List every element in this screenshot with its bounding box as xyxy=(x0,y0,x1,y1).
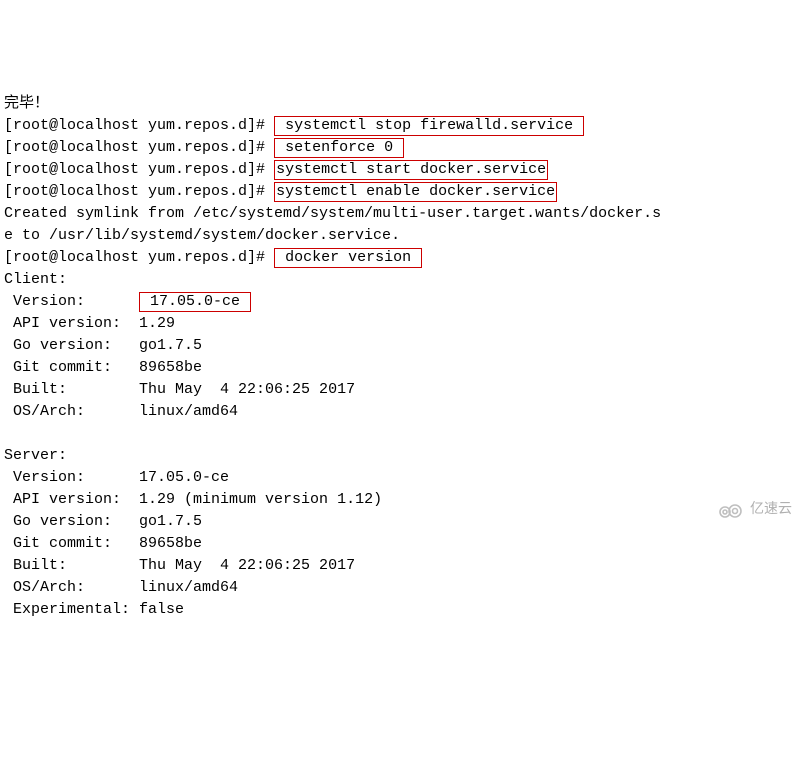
server-api-label: API version: xyxy=(4,491,130,508)
prompt: [root@localhost yum.repos.d]# xyxy=(4,249,265,266)
server-go-value: go1.7.5 xyxy=(130,513,202,530)
client-git-label: Git commit: xyxy=(4,359,130,376)
server-api-value: 1.29 (minimum version 1.12) xyxy=(130,491,382,508)
client-os-label: OS/Arch: xyxy=(4,403,130,420)
client-go-value: go1.7.5 xyxy=(130,337,202,354)
symlink-output-line1: Created symlink from /etc/systemd/system… xyxy=(4,205,661,222)
client-os-value: linux/amd64 xyxy=(130,403,238,420)
client-built-value: Thu May 4 22:06:25 2017 xyxy=(130,381,355,398)
client-api-label: API version: xyxy=(4,315,130,332)
prompt: [root@localhost yum.repos.d]# xyxy=(4,117,265,134)
watermark-text: 亿速云 xyxy=(750,499,792,521)
cmd-enable-docker: systemctl enable docker.service xyxy=(274,182,557,202)
cloud-icon xyxy=(716,457,746,563)
client-version-value: 17.05.0-ce xyxy=(139,292,251,312)
client-section-title: Client: xyxy=(4,271,67,288)
client-version-label: Version: xyxy=(4,293,130,310)
server-section-title: Server: xyxy=(4,447,67,464)
server-git-label: Git commit: xyxy=(4,535,130,552)
server-exp-label: Experimental: xyxy=(4,601,130,618)
server-os-value: linux/amd64 xyxy=(130,579,238,596)
server-built-value: Thu May 4 22:06:25 2017 xyxy=(130,557,355,574)
server-git-value: 89658be xyxy=(130,535,202,552)
symlink-output-line2: e to /usr/lib/systemd/system/docker.serv… xyxy=(4,227,400,244)
completion-text: 完毕！ xyxy=(4,95,49,111)
server-version-value: 17.05.0-ce xyxy=(130,469,229,486)
server-exp-value: false xyxy=(130,601,184,618)
server-os-label: OS/Arch: xyxy=(4,579,130,596)
server-built-label: Built: xyxy=(4,557,130,574)
client-git-value: 89658be xyxy=(130,359,202,376)
server-go-label: Go version: xyxy=(4,513,130,530)
cmd-stop-firewalld: systemctl stop firewalld.service xyxy=(274,116,584,136)
server-version-label: Version: xyxy=(4,469,130,486)
client-go-label: Go version: xyxy=(4,337,130,354)
cmd-start-docker: systemctl start docker.service xyxy=(274,160,548,180)
client-built-label: Built: xyxy=(4,381,130,398)
prompt: [root@localhost yum.repos.d]# xyxy=(4,161,265,178)
watermark: 亿速云 xyxy=(716,457,792,563)
client-api-value: 1.29 xyxy=(130,315,175,332)
cmd-docker-version: docker version xyxy=(274,248,422,268)
prompt: [root@localhost yum.repos.d]# xyxy=(4,183,265,200)
prompt: [root@localhost yum.repos.d]# xyxy=(4,139,265,156)
cmd-setenforce: setenforce 0 xyxy=(274,138,404,158)
